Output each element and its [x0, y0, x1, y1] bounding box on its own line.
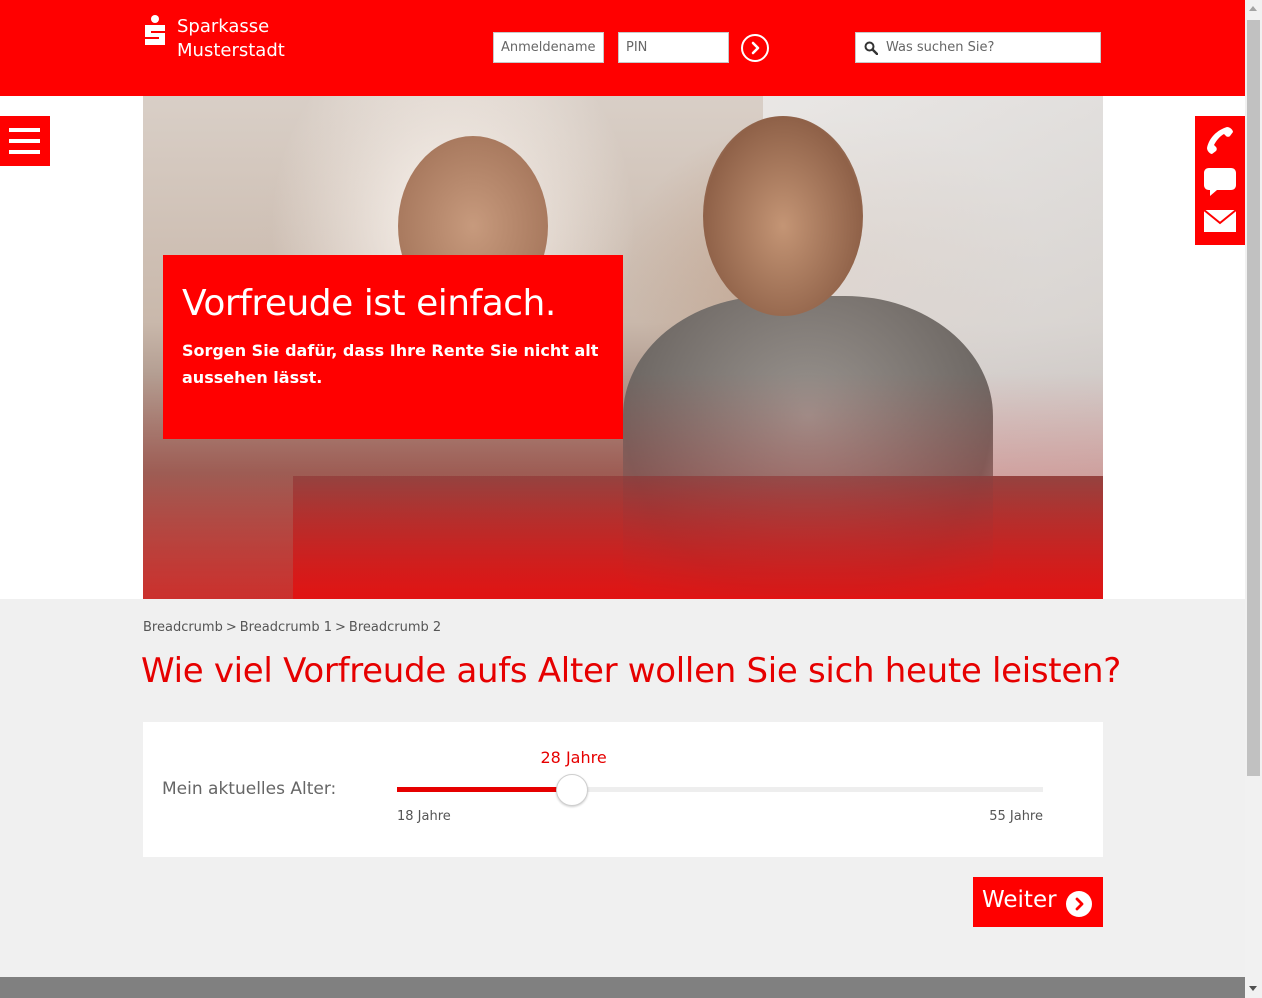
login-form: Anmeldename PIN	[493, 32, 769, 63]
age-slider-fill	[397, 787, 572, 792]
pin-input[interactable]: PIN	[618, 32, 729, 63]
breadcrumb-item[interactable]: Breadcrumb	[143, 620, 223, 635]
age-slider-min-label: 18 Jahre	[397, 809, 451, 824]
sparkasse-logo[interactable]: Sparkasse Musterstadt	[143, 15, 285, 63]
hero-headline: Vorfreude ist einfach.	[182, 283, 556, 324]
breadcrumb: Breadcrumb > Breadcrumb 1 > Breadcrumb 2	[143, 620, 441, 635]
login-submit-button[interactable]	[741, 33, 769, 62]
footer-bar	[0, 977, 1245, 998]
search-icon	[864, 41, 878, 55]
bank-name-line1: Sparkasse	[177, 16, 270, 37]
arrow-right-circle-icon	[1066, 891, 1092, 917]
phone-icon[interactable]	[1203, 124, 1237, 158]
bank-name-line2: Musterstadt	[177, 40, 285, 61]
breadcrumb-separator: >	[335, 620, 346, 635]
header-bar: Sparkasse Musterstadt Anmeldename PIN Wa…	[0, 0, 1245, 96]
hero-subline: Sorgen Sie dafür, dass Ihre Rente Sie ni…	[182, 341, 599, 387]
page-title: Wie viel Vorfreude aufs Alter wollen Sie…	[141, 651, 1121, 691]
next-button[interactable]: Weiter	[973, 877, 1103, 927]
scroll-down-arrow-icon[interactable]	[1249, 986, 1257, 991]
sparkasse-s-icon	[143, 15, 167, 47]
hamburger-icon	[9, 128, 40, 132]
age-slider: 28 Jahre 18 Jahre 55 Jahre	[397, 722, 1043, 857]
scrollbar-thumb[interactable]	[1247, 20, 1260, 776]
arrow-right-circle-icon	[751, 41, 760, 54]
age-slider-label: Mein aktuelles Alter:	[162, 779, 337, 799]
next-button-label: Weiter	[982, 887, 1057, 913]
age-slider-handle[interactable]	[555, 774, 588, 806]
breadcrumb-item-current[interactable]: Breadcrumb 2	[349, 620, 441, 635]
breadcrumb-item[interactable]: Breadcrumb 1	[240, 620, 332, 635]
hero-teaser-box: Vorfreude ist einfach. Sorgen Sie dafür,…	[163, 255, 623, 439]
age-input-card: Mein aktuelles Alter: 28 Jahre 18 Jahre …	[143, 722, 1103, 857]
contact-bar	[1195, 116, 1245, 245]
chat-icon[interactable]	[1203, 164, 1237, 198]
mail-icon[interactable]	[1203, 204, 1237, 238]
menu-button[interactable]	[0, 116, 50, 166]
age-slider-value: 28 Jahre	[540, 748, 607, 767]
breadcrumb-separator: >	[225, 620, 237, 635]
age-slider-max-label: 55 Jahre	[989, 809, 1043, 824]
scroll-up-arrow-icon[interactable]	[1249, 6, 1257, 11]
search-input[interactable]: Was suchen Sie?	[855, 32, 1101, 63]
search-placeholder: Was suchen Sie?	[886, 40, 995, 55]
main-content: Breadcrumb > Breadcrumb 1 > Breadcrumb 2 Wie…	[0, 599, 1245, 977]
username-input[interactable]: Anmeldename	[493, 32, 604, 63]
page-scrollbar[interactable]	[1245, 0, 1262, 998]
